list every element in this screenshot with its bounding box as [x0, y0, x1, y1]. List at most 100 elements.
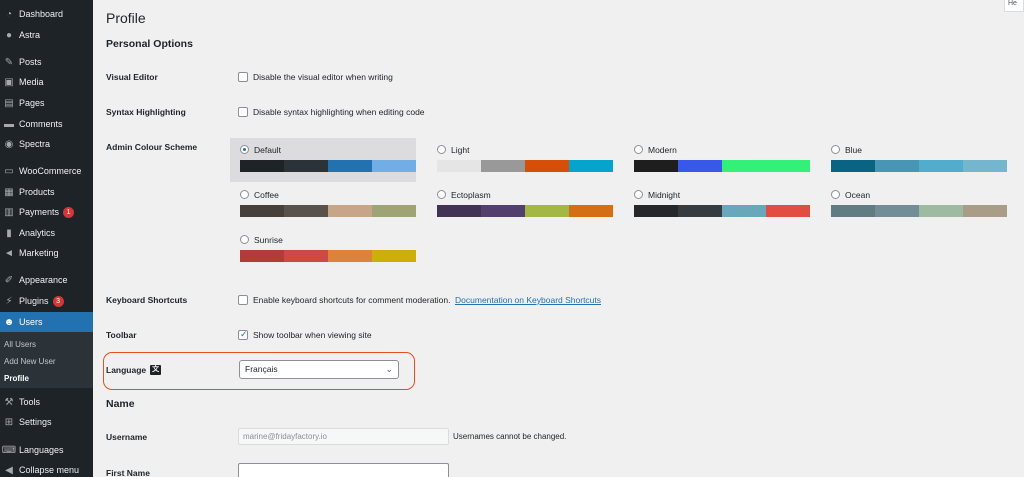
language-select-value: Français — [245, 364, 278, 374]
sidebar-item-posts[interactable]: ✎ Posts — [0, 52, 93, 72]
sidebar-item-comments[interactable]: ▬ Comments — [0, 114, 93, 134]
toolbar-label: Toolbar — [106, 330, 137, 340]
syntax-highlighting-label: Syntax Highlighting — [106, 107, 186, 117]
pages-icon: ▤ — [4, 97, 14, 109]
colour-swatch — [284, 250, 328, 262]
colour-swatch — [481, 205, 525, 217]
sidebar-item-label: Posts — [19, 57, 42, 67]
colour-scheme-radio[interactable] — [437, 190, 446, 199]
colour-swatch — [919, 205, 963, 217]
media-icon: ▣ — [4, 76, 14, 88]
sidebar-item-languages[interactable]: ⌨ Languages — [0, 440, 93, 460]
toolbar-option-label: Show toolbar when viewing site — [253, 329, 372, 340]
sidebar-item-dashboard[interactable]: ◔ Dashboard — [0, 4, 93, 24]
sidebar-item-label: Astra — [19, 30, 41, 40]
sidebar-item-products[interactable]: ▦ Products — [0, 182, 93, 202]
sidebar-item-label: Users — [19, 317, 43, 327]
colour-scheme-light[interactable]: Light — [427, 138, 613, 182]
colour-scheme-sunrise[interactable]: Sunrise — [230, 228, 416, 272]
sidebar-item-label: Payments — [19, 207, 60, 217]
colour-scheme-midnight[interactable]: Midnight — [624, 183, 810, 227]
colour-swatch — [722, 205, 766, 217]
notification-badge: 1 — [63, 206, 75, 218]
help-tab[interactable]: He — [1004, 0, 1024, 12]
colour-swatch — [678, 160, 722, 172]
first-name-field[interactable] — [238, 463, 449, 477]
page-title: Profile — [106, 10, 146, 26]
colour-scheme-label: Admin Colour Scheme — [106, 142, 198, 152]
colour-scheme-radio[interactable] — [831, 190, 840, 199]
language-row-label: Language 文 — [106, 365, 162, 375]
colour-swatch — [634, 205, 678, 217]
sidebar-item-label: Media — [19, 77, 44, 87]
colour-scheme-coffee[interactable]: Coffee — [230, 183, 416, 227]
products-icon: ▦ — [4, 186, 14, 198]
language-select[interactable]: Français ⌄ — [239, 360, 399, 379]
sidebar-item-payments[interactable]: ▥ Payments 1 — [0, 202, 93, 222]
admin-sidebar: All Users Add New User Profile ◔ Dashboar… — [0, 0, 93, 477]
colour-scheme-default[interactable]: Default — [230, 138, 416, 182]
settings-icon: ⊞ — [4, 416, 14, 428]
colour-swatch — [722, 160, 766, 172]
keyboard-shortcuts-doc-link[interactable]: Documentation on Keyboard Shortcuts — [455, 295, 601, 305]
colour-scheme-radio[interactable] — [437, 145, 446, 154]
sidebar-item-collapse-menu[interactable]: ◀ Collapse menu — [0, 460, 93, 477]
colour-swatches — [437, 205, 613, 217]
colour-scheme-name: Default — [254, 145, 281, 155]
sidebar-item-label: Dashboard — [19, 9, 64, 19]
sidebar-item-plugins[interactable]: ⚡ Plugins 3 — [0, 291, 93, 311]
main-content: He Profile Personal Options Visual Edito… — [93, 0, 1024, 477]
sidebar-item-tools[interactable]: ⚒ Tools — [0, 392, 93, 412]
toolbar-option: Show toolbar when viewing site — [238, 329, 372, 340]
sidebar-item-pages[interactable]: ▤ Pages — [0, 93, 93, 113]
payments-icon: ▥ — [4, 206, 14, 218]
colour-swatch — [569, 205, 613, 217]
visual-editor-checkbox[interactable] — [238, 71, 248, 82]
colour-scheme-blue[interactable]: Blue — [821, 138, 1007, 182]
colour-swatch — [328, 250, 372, 262]
first-name-label: First Name — [106, 468, 150, 477]
colour-scheme-ocean[interactable]: Ocean — [821, 183, 1007, 227]
sidebar-item-analytics[interactable]: ▮ Analytics — [0, 223, 93, 243]
colour-scheme-ectoplasm[interactable]: Ectoplasm — [427, 183, 613, 227]
keyboard-shortcuts-label: Keyboard Shortcuts — [106, 295, 188, 305]
colour-swatches — [831, 160, 1007, 172]
languages-icon: ⌨ — [1, 444, 17, 456]
sidebar-item-astra[interactable]: ● Astra — [0, 25, 93, 45]
submenu-add-new-user[interactable]: Add New User — [4, 357, 56, 366]
colour-swatch — [372, 160, 416, 172]
colour-swatch — [437, 205, 481, 217]
colour-swatch — [240, 160, 284, 172]
colour-swatches — [437, 160, 613, 172]
colour-swatch — [284, 160, 328, 172]
sidebar-item-label: Plugins — [19, 296, 49, 306]
colour-swatches — [240, 160, 416, 172]
colour-scheme-name: Modern — [648, 145, 677, 155]
submenu-all-users[interactable]: All Users — [4, 340, 36, 349]
colour-scheme-radio[interactable] — [240, 145, 249, 154]
colour-swatches — [240, 250, 416, 262]
colour-scheme-radio[interactable] — [634, 145, 643, 154]
colour-scheme-radio[interactable] — [240, 190, 249, 199]
colour-scheme-radio[interactable] — [634, 190, 643, 199]
toolbar-checkbox[interactable] — [238, 329, 248, 340]
sidebar-item-marketing[interactable]: ◄ Marketing — [0, 243, 93, 263]
colour-swatch — [963, 205, 1007, 217]
colour-scheme-radio[interactable] — [831, 145, 840, 154]
sidebar-item-label: Collapse menu — [19, 465, 80, 475]
submenu-profile[interactable]: Profile — [4, 374, 29, 383]
syntax-highlighting-checkbox[interactable] — [238, 106, 248, 117]
keyboard-shortcuts-option-label: Enable keyboard shortcuts for comment mo… — [253, 294, 451, 305]
sidebar-item-label: Pages — [19, 98, 45, 108]
sidebar-item-appearance[interactable]: ✐ Appearance — [0, 270, 93, 290]
sidebar-item-media[interactable]: ▣ Media — [0, 72, 93, 92]
keyboard-shortcuts-checkbox[interactable] — [238, 294, 248, 305]
colour-scheme-modern[interactable]: Modern — [624, 138, 810, 182]
sidebar-item-woocommerce[interactable]: ▭ WooCommerce — [0, 161, 93, 181]
colour-scheme-radio[interactable] — [240, 235, 249, 244]
sidebar-item-settings[interactable]: ⊞ Settings — [0, 412, 93, 432]
sidebar-item-users[interactable]: ☻ Users — [0, 312, 93, 332]
sidebar-item-spectra[interactable]: ◉ Spectra — [0, 134, 93, 154]
username-help-text: Usernames cannot be changed. — [453, 432, 567, 441]
colour-swatch — [875, 205, 919, 217]
